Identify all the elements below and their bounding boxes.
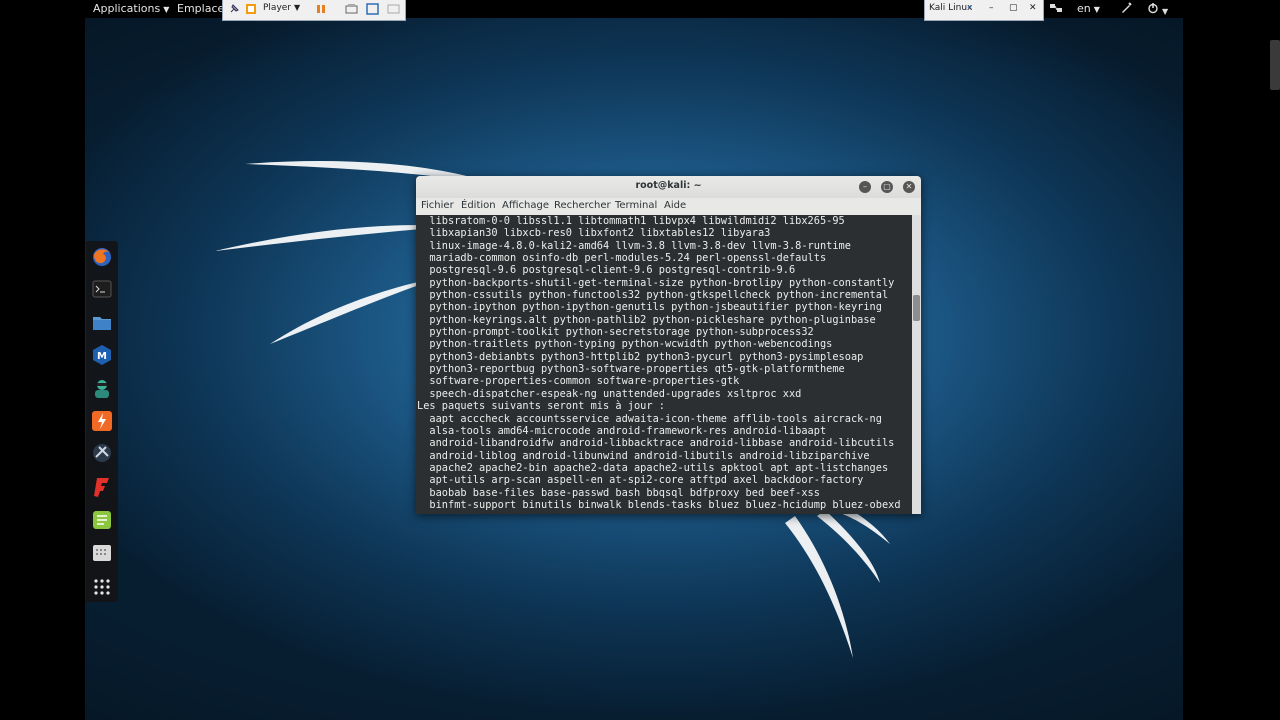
- terminal-line: python-prompt-toolkit python-secretstora…: [429, 326, 814, 339]
- dock-item-terminal[interactable]: [90, 277, 114, 301]
- show-apps-icon: [94, 579, 110, 595]
- applications-menu[interactable]: Applications ▼: [93, 2, 169, 15]
- terminal-line: alsa-tools amd64-microcode android-frame…: [429, 424, 827, 437]
- terminal-line: Les paquets suivants seront mis à jour :: [417, 400, 665, 413]
- terminal-title: root@kali: ~: [635, 180, 702, 191]
- dock-item-keyboard[interactable]: [90, 541, 114, 565]
- chevron-down-icon: ▼: [294, 3, 301, 12]
- vmware-toolbar: Player ▼: [222, 0, 406, 21]
- menu-affichage[interactable]: Affichage: [502, 200, 549, 211]
- terminal-text: libsratom-0-0 libssl1.1 libtommath1 libv…: [417, 215, 901, 511]
- menu-edition[interactable]: Édition: [461, 200, 496, 211]
- dock-item-faraday[interactable]: [90, 475, 114, 499]
- terminal-line: python3-reportbug python3-software-prope…: [429, 363, 845, 376]
- vmware-window-controls: Kali Linux « – ▢ ✕: [924, 0, 1044, 21]
- terminal-line: linux-image-4.8.0-kali2-amd64 llvm-3.8 l…: [429, 239, 851, 252]
- terminal-line: mariadb-common osinfo-db perl-modules-5.…: [429, 252, 827, 265]
- outer-scrollbar[interactable]: [1270, 40, 1280, 90]
- chevron-down-icon: ▼: [163, 5, 170, 14]
- power-icon: [1148, 3, 1158, 14]
- pin-icon[interactable]: [228, 3, 240, 18]
- dock-item-maltego[interactable]: M: [90, 343, 114, 367]
- terminal-line: python-keyrings.alt python-pathlib2 pyth…: [429, 313, 876, 326]
- dock-item-burpsuite[interactable]: [90, 409, 114, 433]
- terminal-line: python-traitlets python-typing python-wc…: [429, 338, 833, 351]
- terminal-line: python3-debianbts python3-httplib2 pytho…: [429, 350, 864, 363]
- menu-aide[interactable]: Aide: [664, 200, 686, 211]
- language-selector[interactable]: en ▼: [1077, 2, 1100, 15]
- minimize-button[interactable]: –: [859, 181, 871, 193]
- svg-text:M: M: [97, 351, 107, 362]
- terminal-line: baobab base-files base-passwd bash bbqsq…: [429, 486, 820, 499]
- faraday-icon: [94, 478, 109, 497]
- dock-item-tool[interactable]: [90, 441, 114, 465]
- maltego-icon: M: [93, 345, 111, 365]
- terminal-menubar: Fichier Édition Affichage Rechercher Ter…: [416, 198, 921, 216]
- terminal-line: libxapian30 libxcb-res0 libxfont2 libxta…: [429, 227, 771, 240]
- close-button[interactable]: ✕: [903, 181, 915, 193]
- menu-terminal[interactable]: Terminal: [615, 200, 657, 211]
- applications-label: Applications: [93, 2, 161, 15]
- places-menu[interactable]: Emplacements: [177, 2, 223, 15]
- terminal-line: android-liblog android-libunwind android…: [429, 449, 870, 462]
- terminal-window[interactable]: root@kali: ~ – ▢ ✕ Fichier Édition Affic…: [416, 176, 921, 514]
- network-icon[interactable]: [1049, 2, 1063, 17]
- minimize-vm-button[interactable]: –: [989, 3, 994, 13]
- player-label: Player: [263, 3, 292, 13]
- send-ctrl-alt-del-icon[interactable]: [345, 3, 358, 18]
- tool-icon: [93, 444, 111, 462]
- scrollbar-thumb[interactable]: [913, 295, 920, 321]
- vm-name-label: Kali Linux: [929, 3, 973, 13]
- restore-vm-button[interactable]: ▢: [1009, 3, 1018, 13]
- notes-icon: [93, 511, 111, 529]
- terminal-output[interactable]: libsratom-0-0 libssl1.1 libtommath1 libv…: [416, 215, 912, 514]
- terminal-line: binfmt-support binutils binwalk blends-t…: [417, 498, 901, 511]
- power-menu[interactable]: ▼: [1147, 2, 1168, 17]
- terminal-line: software-properties-common software-prop…: [429, 375, 740, 388]
- menu-rechercher[interactable]: Rechercher: [554, 200, 611, 211]
- terminal-icon: [92, 280, 112, 298]
- firefox-icon: [93, 248, 111, 266]
- maximize-button[interactable]: ▢: [881, 181, 893, 193]
- menu-fichier[interactable]: Fichier: [421, 200, 454, 211]
- terminal-line: apache2 apache2-bin apache2-data apache2…: [429, 461, 889, 474]
- close-vm-button[interactable]: ✕: [1029, 3, 1037, 13]
- terminal-line: python-backports-shutil-get-terminal-siz…: [429, 276, 895, 289]
- language-label: en: [1077, 2, 1091, 15]
- user-app-icon: [95, 380, 109, 398]
- terminal-line: apt-utils arp-scan aspell-en at-spi2-cor…: [429, 474, 864, 487]
- collapse-icon[interactable]: «: [967, 3, 973, 13]
- vmware-logo-icon: [245, 3, 257, 18]
- chevron-down-icon: ▼: [1093, 5, 1100, 14]
- terminal-line: android-libandroidfw android-libbacktrac…: [429, 437, 895, 450]
- terminal-line: python-cssutils python-functools32 pytho…: [429, 289, 889, 302]
- fullscreen-icon[interactable]: [366, 3, 379, 18]
- terminal-line: libsratom-0-0 libssl1.1 libtommath1 libv…: [429, 215, 845, 227]
- files-icon: [93, 317, 111, 330]
- terminal-line: aapt acccheck accountsservice adwaita-ic…: [429, 412, 882, 425]
- unity-icon[interactable]: [387, 3, 400, 18]
- pen-tool-icon[interactable]: [1120, 2, 1132, 17]
- keyboard-icon: [93, 545, 111, 561]
- terminal-line: python-ipython python-ipython-genutils p…: [429, 301, 882, 314]
- pause-button[interactable]: [315, 3, 327, 18]
- dock-item-user-app[interactable]: [90, 376, 114, 400]
- burpsuite-icon: [92, 411, 112, 431]
- player-menu[interactable]: Player ▼: [263, 3, 300, 13]
- chevron-down-icon: ▼: [1162, 7, 1169, 16]
- terminal-line: speech-dispatcher-espeak-ng unattended-u…: [429, 387, 802, 400]
- terminal-titlebar[interactable]: root@kali: ~ – ▢ ✕: [416, 176, 921, 198]
- dock-item-show-apps[interactable]: [90, 575, 114, 599]
- dock: M: [86, 241, 118, 602]
- terminal-line: postgresql-9.6 postgresql-client-9.6 pos…: [429, 264, 796, 277]
- terminal-scrollbar[interactable]: [912, 215, 921, 514]
- dock-item-notes[interactable]: [90, 508, 114, 532]
- dock-item-files[interactable]: [90, 311, 114, 335]
- dock-item-firefox[interactable]: [90, 245, 114, 269]
